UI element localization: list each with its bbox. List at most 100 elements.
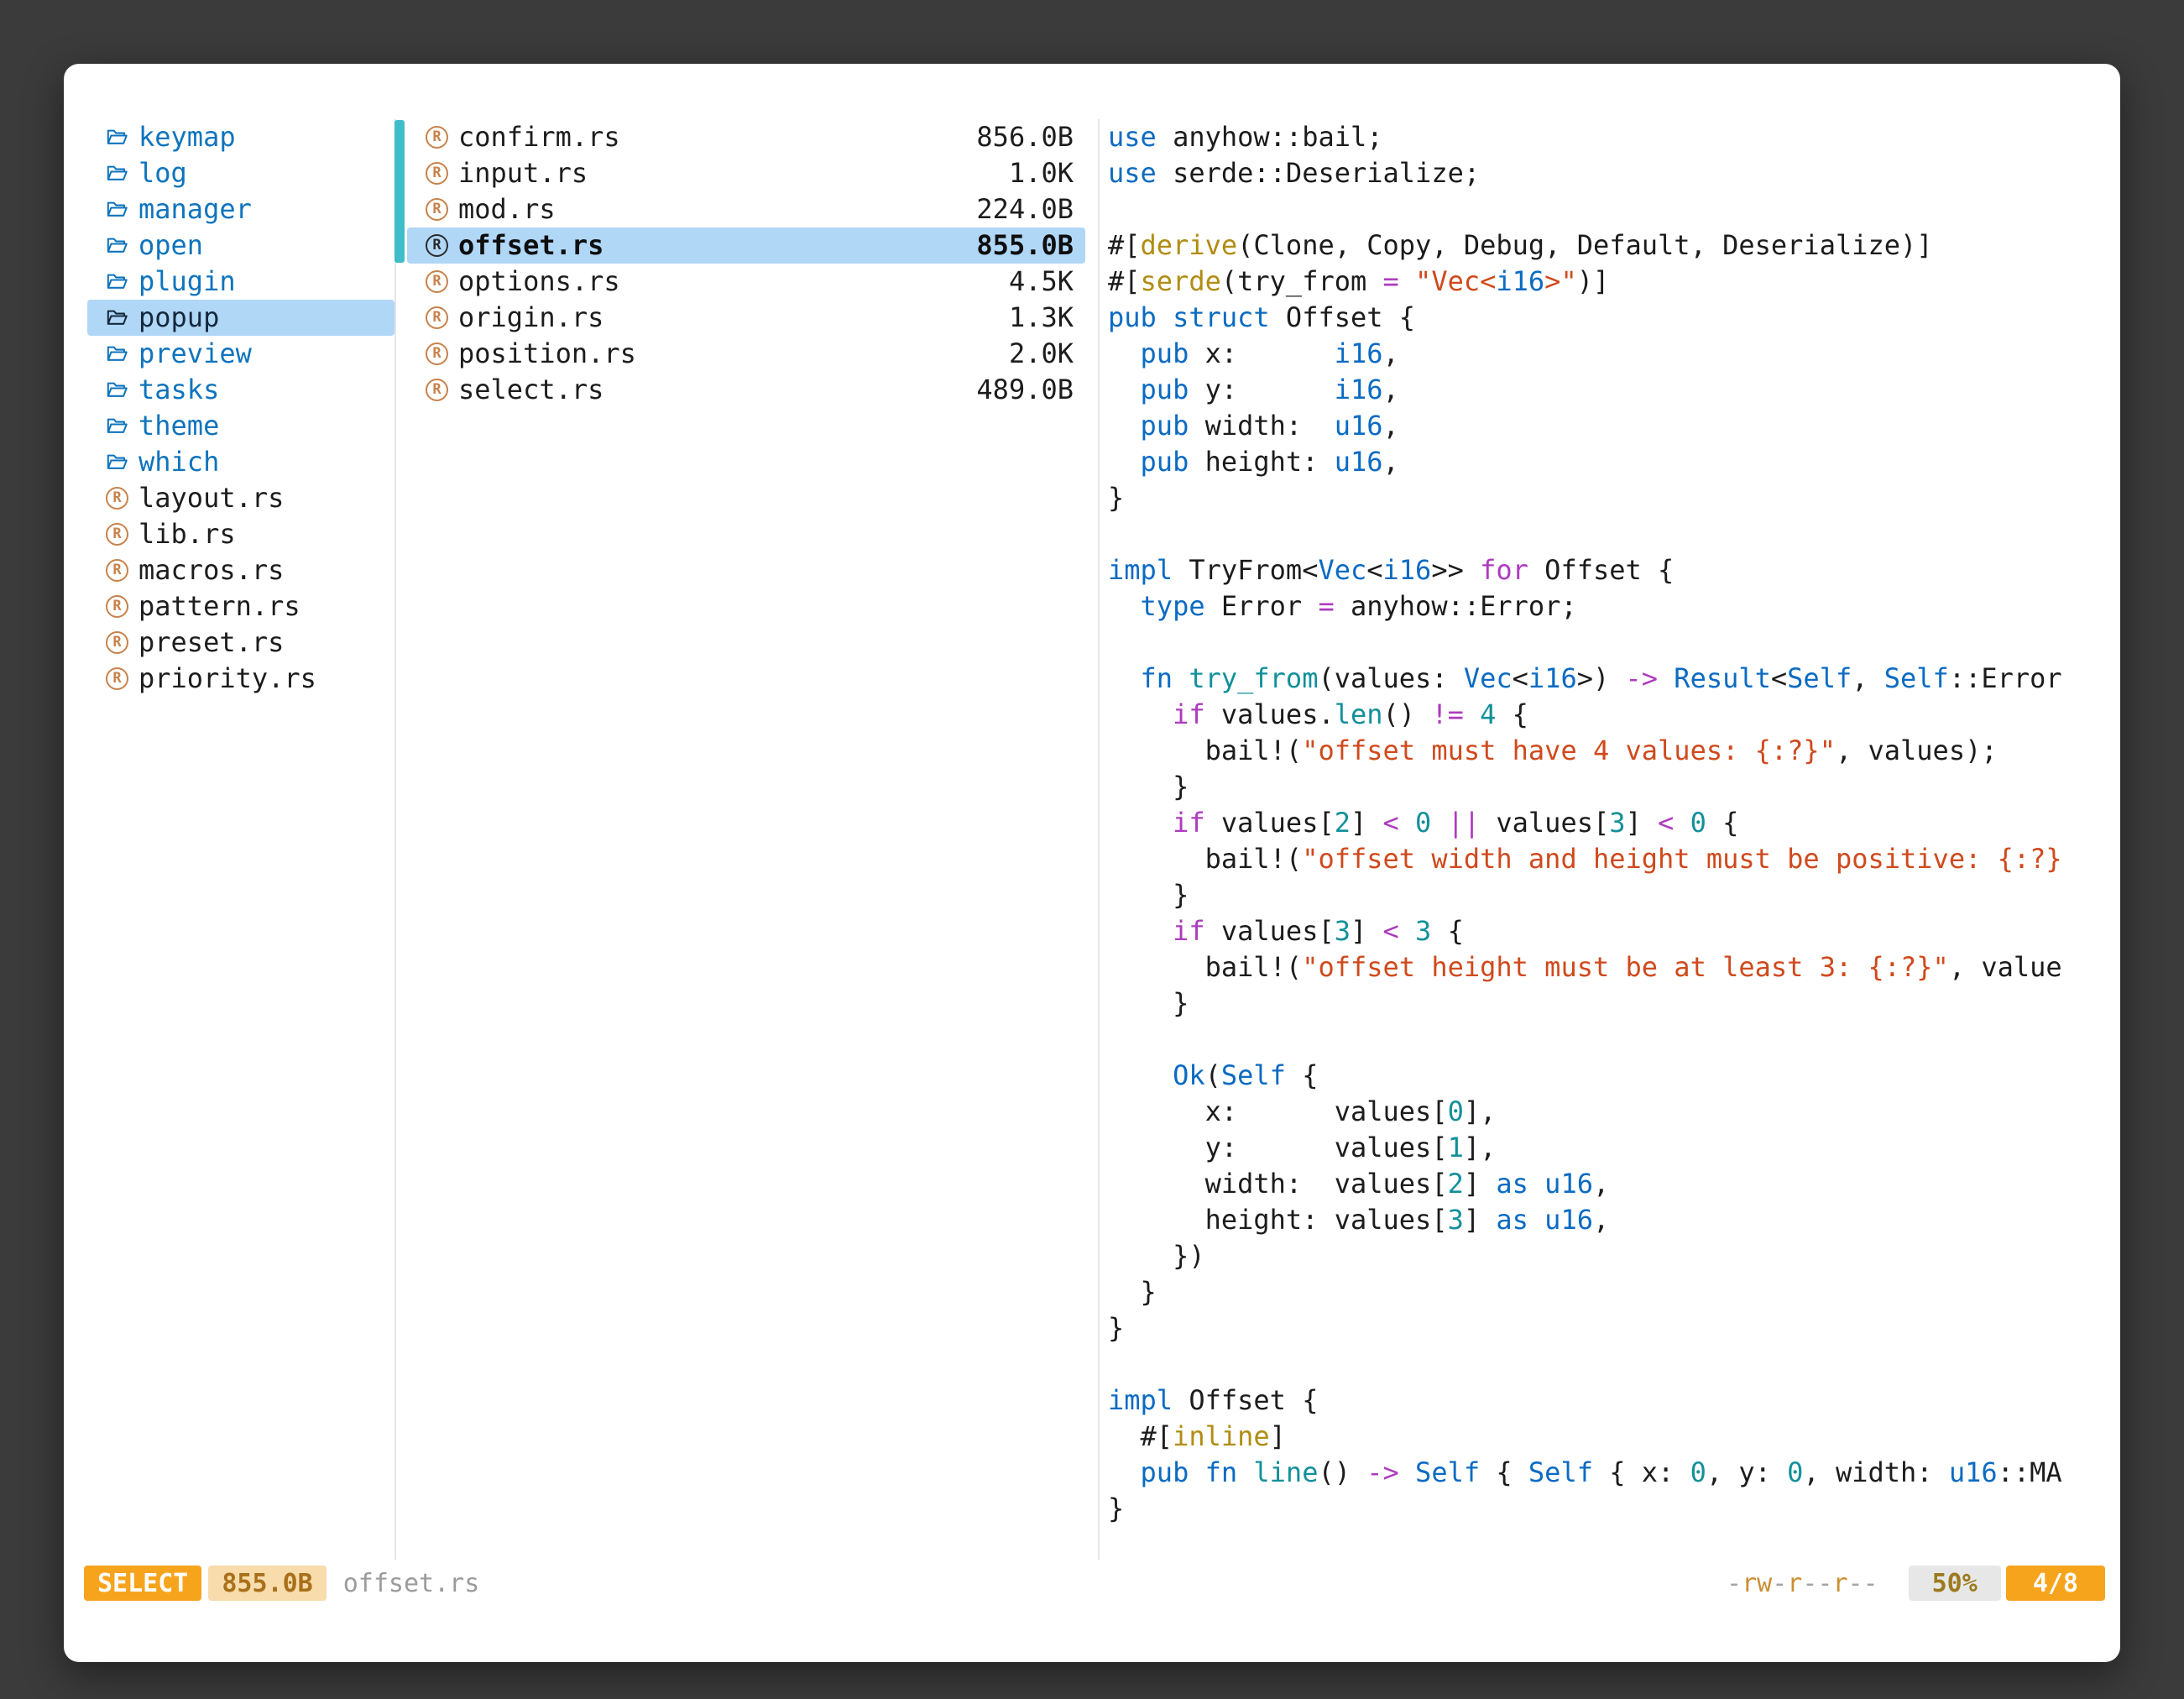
current-directory-pane: Rconfirm.rs856.0BRinput.rs1.0KRmod.rs224…	[407, 119, 1085, 408]
rust-file-icon: R	[106, 559, 128, 582]
file-item-lib-rs[interactable]: Rlib.rs	[87, 516, 394, 552]
item-size: 855.0B	[976, 227, 1074, 264]
code-line: }	[1108, 1274, 2103, 1310]
code-line	[1108, 191, 2103, 227]
code-line: y: values[1],	[1108, 1130, 2103, 1166]
file-item-confirm-rs[interactable]: Rconfirm.rs856.0B	[407, 119, 1085, 155]
file-item-position-rs[interactable]: Rposition.rs 2.0K	[407, 336, 1085, 372]
item-size: 4.5K	[1009, 264, 1074, 300]
code-line: impl Offset {	[1108, 1383, 2103, 1419]
dir-item-manager[interactable]: manager	[87, 191, 394, 227]
rust-file-icon: R	[106, 487, 128, 510]
code-line: }	[1108, 769, 2103, 805]
code-line	[1108, 625, 2103, 661]
code-line: if values[2] < 0 || values[3] < 0 {	[1108, 805, 2103, 841]
item-label: which	[138, 444, 383, 480]
code-line: #[serde(try_from = "Vec<i16>")]	[1108, 264, 2103, 300]
code-line: if values.len() != 4 {	[1108, 697, 2103, 733]
dir-item-which[interactable]: which	[87, 444, 394, 480]
folder-icon	[106, 162, 128, 185]
item-label: pattern.rs	[138, 588, 383, 625]
item-label: popup	[138, 300, 383, 336]
pane-divider-left	[394, 119, 396, 1560]
status-bar: SELECT 855.0B offset.rs -rw-r--r-- 50% 4…	[84, 1566, 2105, 1601]
rust-file-icon: R	[426, 270, 448, 293]
code-line: type Error = anyhow::Error;	[1108, 588, 2103, 625]
code-line: }	[1108, 480, 2103, 516]
file-item-options-rs[interactable]: Roptions.rs 4.5K	[407, 264, 1085, 300]
rust-file-icon: R	[426, 379, 448, 401]
item-label: position.rs	[458, 336, 999, 372]
file-item-preset-rs[interactable]: Rpreset.rs	[87, 625, 394, 661]
file-item-offset-rs[interactable]: Roffset.rs855.0B	[407, 227, 1085, 264]
item-label: layout.rs	[138, 480, 383, 516]
file-item-input-rs[interactable]: Rinput.rs1.0K	[407, 155, 1085, 191]
rust-file-icon: R	[106, 595, 128, 618]
mode-badge: SELECT	[84, 1566, 201, 1601]
code-line: pub x: i16,	[1108, 336, 2103, 372]
code-line: width: values[2] as u16,	[1108, 1166, 2103, 1202]
item-size: 489.0B	[976, 372, 1074, 408]
dir-item-popup[interactable]: popup	[87, 300, 394, 336]
dir-item-keymap[interactable]: keymap	[87, 119, 394, 155]
file-preview-pane: use anyhow::bail;use serde::Deserialize;…	[1108, 119, 2103, 1560]
pane-divider-right	[1098, 119, 1100, 1560]
file-item-macros-rs[interactable]: Rmacros.rs	[87, 552, 394, 588]
folder-icon	[106, 198, 128, 221]
item-label: manager	[138, 191, 383, 227]
status-filename: offset.rs	[343, 1569, 480, 1598]
selection-marker-bar	[394, 120, 405, 263]
code-line: })	[1108, 1238, 2103, 1274]
rust-file-icon: R	[426, 126, 448, 149]
folder-icon	[106, 451, 128, 473]
dir-item-tasks[interactable]: tasks	[87, 372, 394, 408]
item-label: open	[138, 227, 383, 264]
code-line: }	[1108, 1310, 2103, 1346]
item-label: macros.rs	[138, 552, 383, 588]
code-line: height: values[3] as u16,	[1108, 1202, 2103, 1238]
folder-icon	[106, 379, 128, 401]
rust-file-icon: R	[106, 631, 128, 654]
scroll-percent-badge: 50%	[1909, 1566, 2001, 1601]
item-size: 224.0B	[976, 191, 1074, 227]
dir-item-theme[interactable]: theme	[87, 408, 394, 444]
code-line: bail!("offset width and height must be p…	[1108, 841, 2103, 877]
code-line: pub height: u16,	[1108, 444, 2103, 480]
file-item-origin-rs[interactable]: Rorigin.rs1.3K	[407, 300, 1085, 336]
file-item-mod-rs[interactable]: Rmod.rs224.0B	[407, 191, 1085, 227]
cursor-position-badge: 4/8	[2006, 1566, 2105, 1601]
rust-file-icon: R	[426, 162, 448, 185]
dir-item-log[interactable]: log	[87, 155, 394, 191]
folder-icon	[106, 234, 128, 257]
code-line: bail!("offset must have 4 values: {:?}",…	[1108, 733, 2103, 769]
rust-file-icon: R	[426, 306, 448, 329]
dir-item-plugin[interactable]: plugin	[87, 264, 394, 300]
item-label: input.rs	[458, 155, 999, 191]
code-line: use serde::Deserialize;	[1108, 155, 2103, 191]
item-label: offset.rs	[458, 227, 966, 264]
rust-file-icon: R	[426, 342, 448, 365]
file-permissions: -rw-r--r--	[1727, 1569, 1878, 1598]
item-label: keymap	[138, 119, 383, 155]
dir-item-preview[interactable]: preview	[87, 336, 394, 372]
item-label: select.rs	[458, 372, 966, 408]
code-line: }	[1108, 1491, 2103, 1527]
item-label: confirm.rs	[458, 119, 966, 155]
dir-item-open[interactable]: open	[87, 227, 394, 264]
item-label: plugin	[138, 264, 383, 300]
folder-icon	[106, 270, 128, 293]
item-label: preset.rs	[138, 625, 383, 661]
code-line: impl TryFrom<Vec<i16>> for Offset {	[1108, 552, 2103, 588]
code-line: }	[1108, 985, 2103, 1022]
file-item-pattern-rs[interactable]: Rpattern.rs	[87, 588, 394, 625]
item-label: preview	[138, 336, 383, 372]
file-item-select-rs[interactable]: Rselect.rs 489.0B	[407, 372, 1085, 408]
code-line: #[derive(Clone, Copy, Debug, Default, De…	[1108, 227, 2103, 264]
item-size: 2.0K	[1009, 336, 1074, 372]
item-label: options.rs	[458, 264, 999, 300]
file-item-layout-rs[interactable]: Rlayout.rs	[87, 480, 394, 516]
file-item-priority-rs[interactable]: Rpriority.rs	[87, 661, 394, 697]
code-line: x: values[0],	[1108, 1094, 2103, 1130]
folder-icon	[106, 415, 128, 437]
rust-file-icon: R	[106, 523, 128, 546]
